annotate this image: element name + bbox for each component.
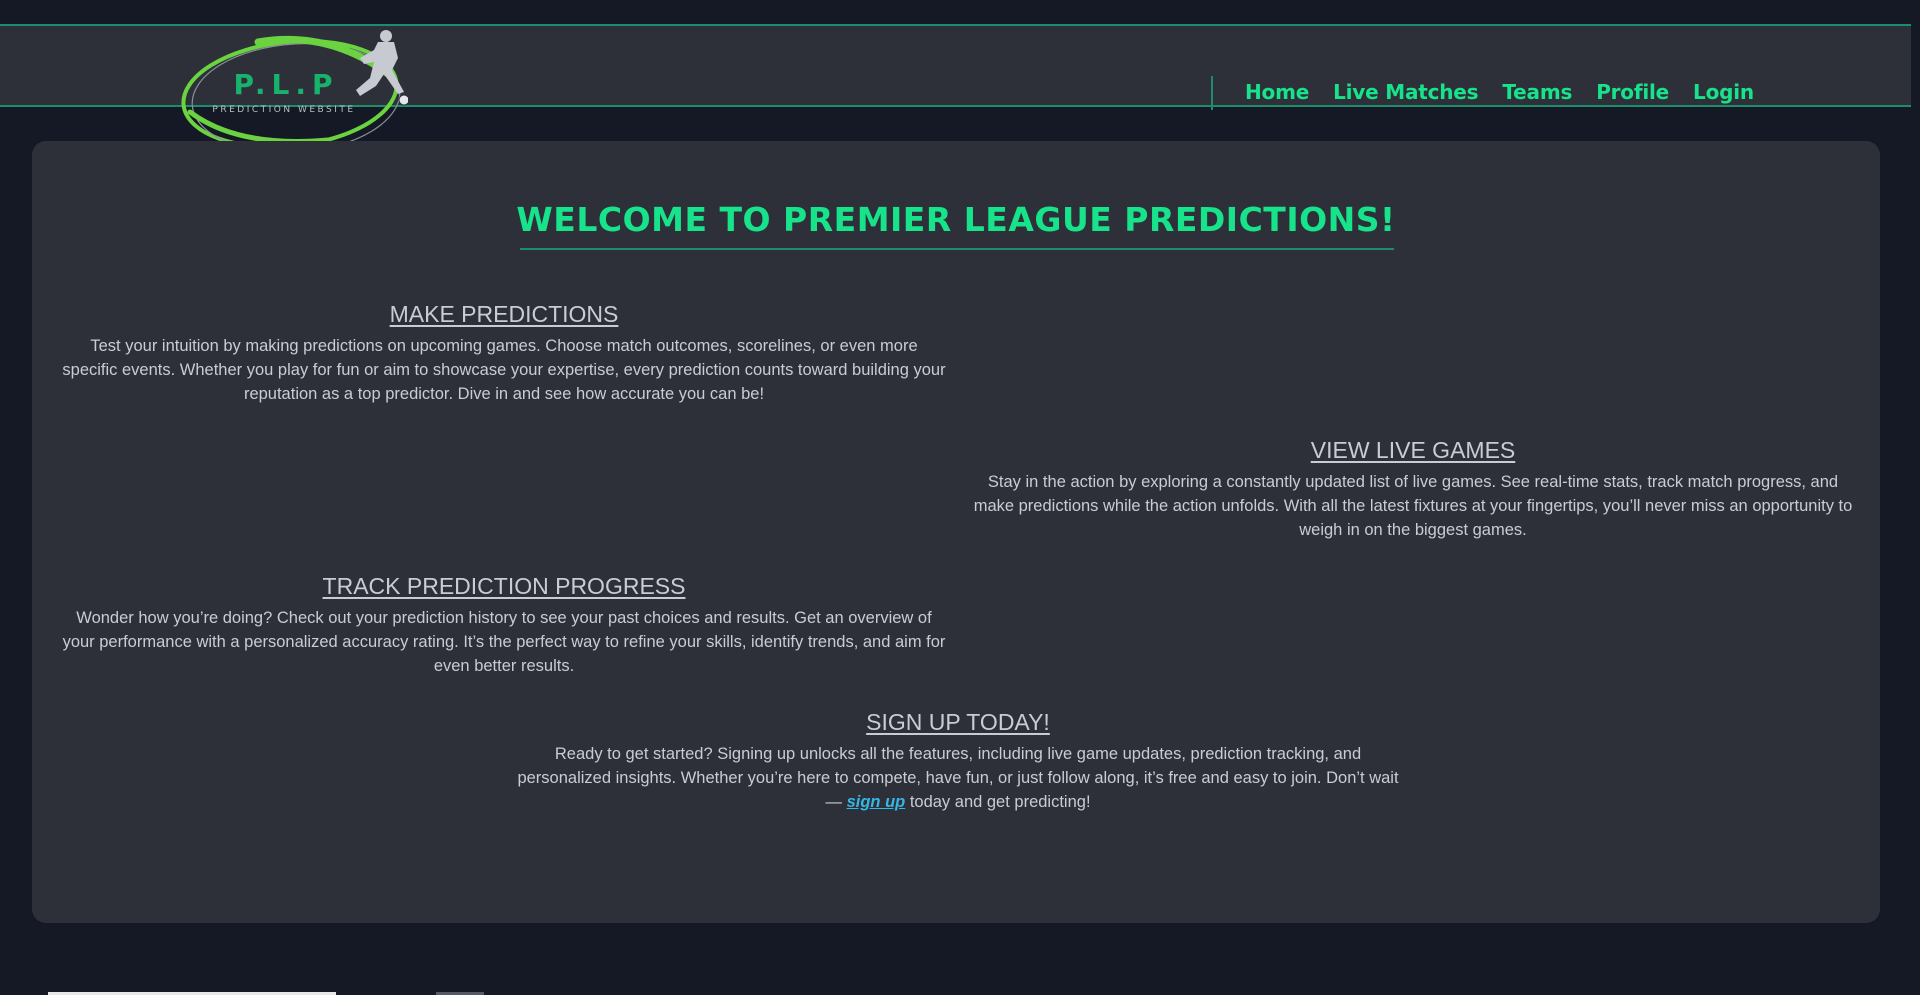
signup-text-after: today and get predicting!: [905, 793, 1091, 811]
section-heading: VIEW LIVE GAMES: [1310, 437, 1516, 463]
nav-divider: [1211, 76, 1213, 110]
section-make-predictions: MAKE PREDICTIONS Test your intuition by …: [62, 299, 946, 406]
title-divider: [520, 248, 1394, 250]
section-sign-up: SIGN UP TODAY! Ready to get started? Sig…: [508, 707, 1408, 814]
section-body: Ready to get started? Signing up unlocks…: [508, 742, 1408, 814]
main-content-card: WELCOME TO PREMIER LEAGUE PREDICTIONS! M…: [32, 141, 1880, 923]
nav-home[interactable]: Home: [1245, 78, 1309, 106]
navbar: P.L.P PREDICTION WEBSITE Home Live Match…: [0, 24, 1911, 153]
nav-profile[interactable]: Profile: [1596, 78, 1669, 106]
logo-title: P.L.P: [233, 68, 338, 101]
section-body: Test your intuition by making prediction…: [62, 337, 946, 403]
section-body: Stay in the action by exploring a consta…: [973, 473, 1853, 539]
sign-up-link[interactable]: sign up: [847, 793, 906, 811]
nav-teams[interactable]: Teams: [1502, 78, 1572, 106]
section-heading: MAKE PREDICTIONS: [389, 301, 619, 327]
section-view-live-games: VIEW LIVE GAMES Stay in the action by ex…: [973, 435, 1853, 542]
site-logo[interactable]: P.L.P PREDICTION WEBSITE: [178, 28, 408, 154]
section-heading: SIGN UP TODAY!: [866, 709, 1050, 735]
section-body: Wonder how you’re doing? Check out your …: [62, 609, 946, 675]
logo-subtitle: PREDICTION WEBSITE: [212, 105, 355, 115]
logo-graphic: P.L.P PREDICTION WEBSITE: [181, 30, 408, 153]
page-title: WELCOME TO PREMIER LEAGUE PREDICTIONS!: [516, 200, 1396, 239]
section-track-progress: TRACK PREDICTION PROGRESS Wonder how you…: [62, 571, 946, 678]
page: P.L.P PREDICTION WEBSITE Home Live Match…: [0, 0, 1920, 995]
nav-live-matches[interactable]: Live Matches: [1333, 78, 1478, 106]
main-nav: Home Live Matches Teams Profile Login: [1245, 78, 1754, 106]
nav-login[interactable]: Login: [1693, 78, 1754, 106]
section-heading: TRACK PREDICTION PROGRESS: [322, 573, 686, 599]
